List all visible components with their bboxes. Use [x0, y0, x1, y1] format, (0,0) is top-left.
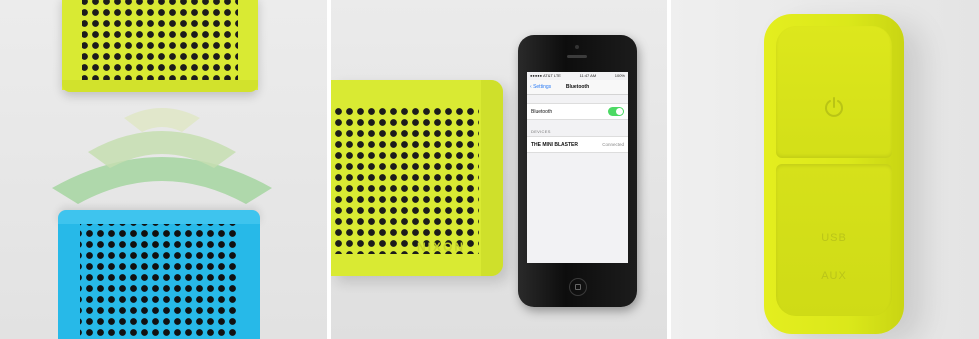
- device-name: THE MINI BLASTER: [531, 141, 578, 148]
- phone-screen: ●●●●● AT&T LTE 11:47 AM 100% ‹ Settings …: [527, 72, 628, 263]
- home-button: [568, 278, 587, 296]
- panel-phone-connection: NIXON ●●●●● AT&T LTE 11:47 AM 100% ‹ Set…: [331, 0, 667, 339]
- status-time: 11:47 AM: [579, 73, 597, 78]
- speaker-grille: [331, 104, 479, 254]
- earpiece: [567, 55, 587, 58]
- device-status: Connected: [602, 142, 624, 147]
- bluetooth-row-label: Bluetooth: [531, 108, 553, 115]
- blue-speaker-edge-left: [58, 224, 80, 339]
- carrier-signal: ●●●●● AT&T LTE: [530, 73, 561, 78]
- bluetooth-toggle[interactable]: [608, 107, 624, 116]
- aux-port-label: AUX: [821, 270, 847, 282]
- speaker-side-rim: [481, 80, 503, 276]
- wave-arc-inner: [124, 108, 200, 132]
- smartphone: ●●●●● AT&T LTE 11:47 AM 100% ‹ Settings …: [518, 35, 637, 307]
- blue-speaker-edge-right: [240, 224, 260, 339]
- bluetooth-setting-row[interactable]: Bluetooth: [527, 103, 628, 120]
- wave-arc-outer: [52, 157, 272, 204]
- speaker-back-body: USB AUX: [764, 14, 904, 334]
- speaker-brand-label: NIXON: [417, 240, 466, 254]
- device-row[interactable]: THE MINI BLASTER Connected: [527, 136, 628, 153]
- status-bar: ●●●●● AT&T LTE 11:47 AM 100%: [527, 72, 628, 80]
- panel-pairing: [0, 0, 327, 339]
- front-camera: [575, 45, 579, 49]
- power-icon: [825, 97, 843, 117]
- panel-speaker-back: USB AUX: [671, 0, 979, 339]
- nav-title: Bluetooth: [565, 84, 590, 90]
- battery-level: 100%: [614, 73, 625, 78]
- nav-bar: ‹ Settings Bluetooth: [527, 80, 628, 95]
- usb-port-label: USB: [821, 232, 847, 244]
- devices-section-header: DEVICES: [531, 129, 551, 134]
- port-cover-flap: USB AUX: [776, 164, 892, 316]
- power-flap: [776, 26, 892, 158]
- blue-speaker-bottom: [58, 224, 260, 339]
